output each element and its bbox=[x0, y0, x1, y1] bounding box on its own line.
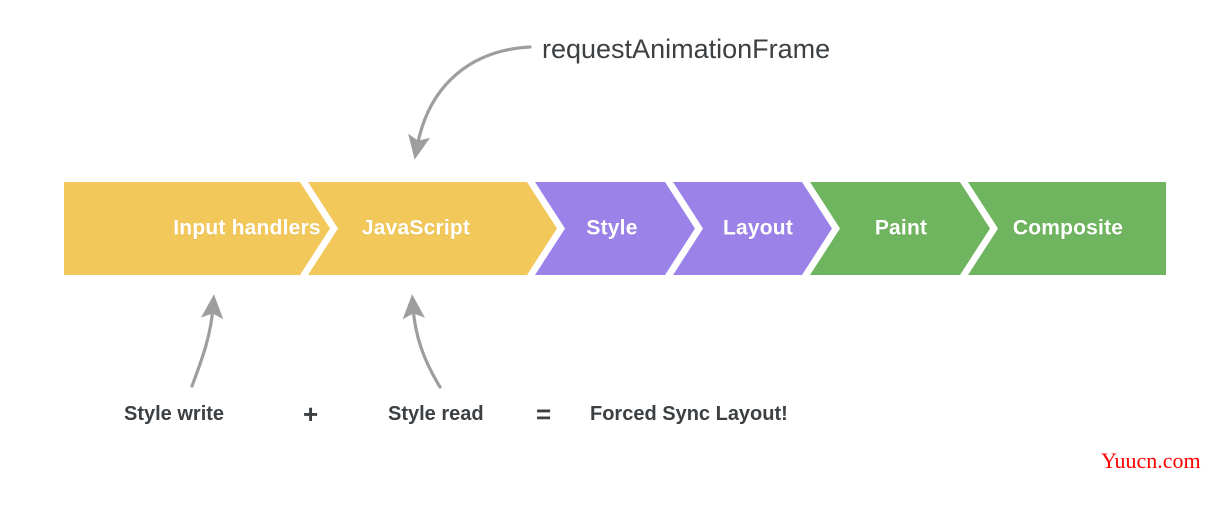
style-read-label: Style read bbox=[388, 403, 484, 425]
segment-shape-composite[interactable] bbox=[968, 182, 1166, 275]
arrow-request-animation-frame bbox=[408, 45, 532, 160]
request-animation-frame-label: requestAnimationFrame bbox=[542, 34, 831, 64]
segment-shape-input-handlers[interactable] bbox=[64, 182, 330, 275]
rendering-pipeline-bar: Input handlers JavaScript Style Layout P… bbox=[64, 182, 1166, 275]
plus-symbol: + bbox=[303, 399, 319, 429]
forced-sync-layout-label: Forced Sync Layout! bbox=[590, 403, 788, 425]
style-write-label: Style write bbox=[124, 403, 225, 425]
diagram-canvas: Input handlers JavaScript Style Layout P… bbox=[0, 0, 1211, 518]
equals-symbol: = bbox=[536, 399, 552, 429]
watermark: Yuucn.com bbox=[1101, 448, 1201, 473]
arrow-style-write bbox=[190, 294, 224, 388]
segment-shape-paint[interactable] bbox=[810, 182, 990, 275]
segment-shape-javascript[interactable] bbox=[308, 182, 557, 275]
segment-shape-style[interactable] bbox=[535, 182, 695, 275]
pipeline-shapes bbox=[64, 182, 1166, 275]
segment-shape-layout[interactable] bbox=[673, 182, 832, 275]
arrow-style-read bbox=[402, 294, 442, 389]
